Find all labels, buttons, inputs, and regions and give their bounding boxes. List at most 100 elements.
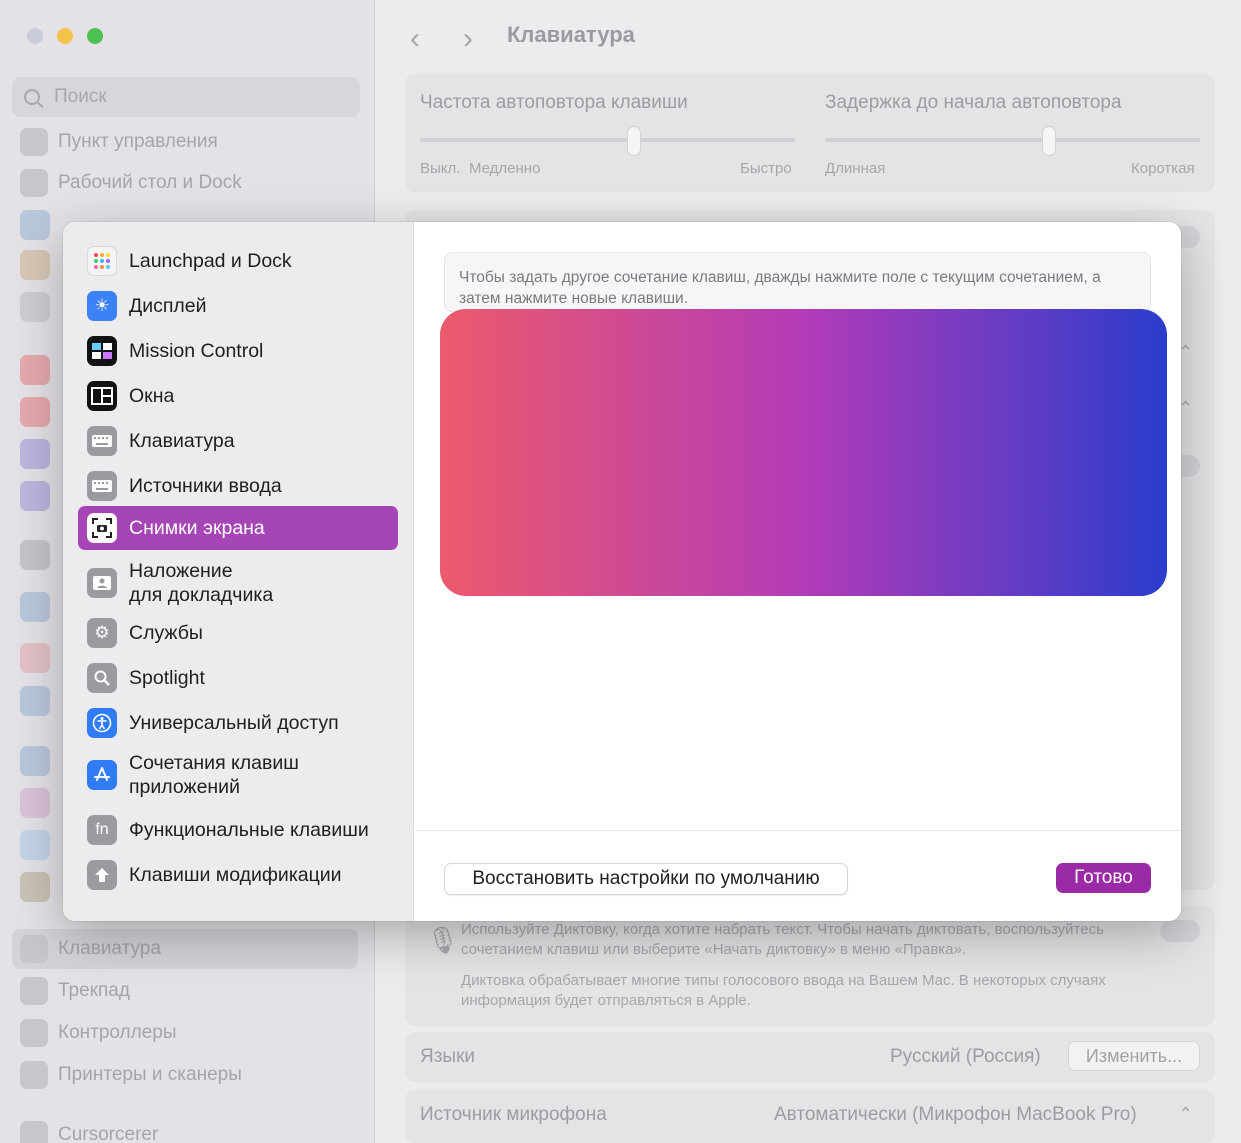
checkbox[interactable] [472,500,493,521]
sidebar-item-printers[interactable]: Принтеры и сканеры [20,1058,242,1092]
microphone-source-value[interactable]: Автоматически (Микрофон MacBook Pro) [774,1104,1137,1126]
checkmark-icon [476,554,489,565]
shortcut-key[interactable]: ⌘3 [1106,331,1136,353]
shortcut-key[interactable]: ⌘5 [1106,549,1136,571]
shortcuts-detail-pane: Чтобы задать другое сочетание клавиш, дв… [415,222,1181,921]
done-button[interactable]: Готово [1056,863,1151,893]
nav-item-modifier-keys[interactable]: Клавиши модификации [78,858,398,892]
nav-item-input-sources[interactable]: Источники ввода [78,469,398,503]
delay-short: Короткая [1131,160,1195,177]
privacy-icon [20,592,50,622]
sidebar-item-control-center[interactable]: Пункт управления [20,125,218,159]
wallet-icon [20,872,50,902]
sidebar-item-label: Контроллеры [58,1022,177,1043]
repeat-rate-fast: Быстро [740,160,792,177]
shortcut-key[interactable]: ⌘4 [1106,440,1136,462]
keyboard-icon [87,426,117,456]
checkmark-icon [476,337,489,347]
chevron-updown-icon[interactable]: ⌃ [1178,1104,1193,1125]
shortcut-label: Сохранить изображение экрана как файл [517,331,895,353]
search-icon [24,89,40,105]
cursorcerer-icon [20,1121,48,1143]
nav-item-windows[interactable]: Окна [78,379,398,413]
sidebar-item-desktop-dock[interactable]: Рабочий стол и Dock [20,166,242,200]
nav-item-display[interactable]: ☀ Дисплей [78,289,398,323]
accessibility-icon [20,210,50,240]
delay-slider[interactable] [825,138,1200,142]
shortcuts-category-list: Launchpad и Dock ☀ Дисплей Mission Contr… [63,222,414,921]
shortcut-key[interactable]: ^⇧⌘3 [1081,380,1136,402]
nav-item-screenshots[interactable]: Снимки экрана [78,506,398,550]
nav-item-spotlight[interactable]: Spotlight [78,661,398,695]
control-center-icon [20,128,48,156]
modifier-arrow-icon [87,860,117,890]
checkbox[interactable] [472,380,493,401]
nav-item-keyboard[interactable]: Клавиатура [78,424,398,458]
display-brightness-icon: ☀ [87,291,117,321]
repeat-rate-slow: Медленно [469,160,541,177]
sidebar-item-label: Клавиатура [58,938,161,959]
back-arrow-icon[interactable]: ‹ [410,22,420,56]
repeat-rate-slider-thumb[interactable] [627,126,641,156]
page-title: Клавиатура [507,22,635,47]
checkbox[interactable] [472,331,493,353]
forward-arrow-icon[interactable]: › [463,22,473,56]
checkbox[interactable] [472,549,493,570]
sidebar-search[interactable]: Поиск [12,77,360,117]
shortcut-label: Настройки снимка и записи экрана [517,548,834,571]
table-row[interactable]: Сохранить изображение выбранной области … [445,421,1150,481]
nav-item-function-keys[interactable]: fn Функциональные клавиши [78,813,398,847]
sidebar-item-trackpad[interactable]: Трекпад [20,974,130,1008]
desktop-dock-icon [20,169,48,197]
printer-icon [20,1061,48,1089]
nav-item-accessibility[interactable]: Универсальный доступ [78,706,398,740]
dictation-toggle[interactable] [1160,920,1200,942]
sound-icon [20,397,50,427]
table-row[interactable]: Настройки снимка и записи экрана ⌘5 [445,541,1150,578]
microphone-source-label: Источник микрофона [420,1104,607,1125]
nav-item-presenter-overlay[interactable]: Наложение для докладчика [78,556,398,610]
focus-icon [20,439,50,469]
search-placeholder: Поиск [54,86,107,107]
languages-edit-button[interactable]: Изменить... [1068,1041,1200,1071]
minimize-window-button[interactable] [57,28,73,44]
sidebar-item-keyboard[interactable]: Клавиатура [12,929,358,969]
delay-label: Задержка до начала автоповтора [825,92,1122,113]
shortcut-label: Сохранить изображение выбранной области … [517,427,924,474]
zoom-window-button[interactable] [87,28,103,44]
nav-item-services[interactable]: ⚙ Службы [78,616,398,650]
shortcut-instructions: Чтобы задать другое сочетание клавиш, дв… [444,252,1151,312]
shortcut-key[interactable]: ^⇧⌘4 [1081,500,1136,522]
delay-slider-thumb[interactable] [1042,126,1056,156]
shortcut-label: Скопировать изображение экрана в буфер о… [517,367,842,414]
game-controller-icon [20,1019,48,1047]
sidebar-item-game-controllers[interactable]: Контроллеры [20,1016,177,1050]
nav-item-app-shortcuts[interactable]: Сочетания клавиш приложений [78,748,398,802]
dictation-info: Диктовка обрабатывает многие типы голосо… [461,972,1106,1009]
repeat-rate-slider[interactable] [420,138,795,142]
checkbox[interactable] [472,440,493,461]
table-row[interactable]: Скопировать изображение экрана в буфер о… [445,361,1150,421]
game-center-icon [20,788,50,818]
table-row[interactable]: Сохранить изображение экрана как файл ⌘3 [445,324,1150,361]
screenshot-shortcuts-table: Сохранить изображение экрана как файл ⌘3… [444,323,1151,579]
dialog-footer: Восстановить настройки по умолчанию Гото… [415,830,1181,921]
mission-control-icon [87,336,117,366]
input-sources-icon [87,471,117,501]
sidebar-item-label: Принтеры и сканеры [58,1064,242,1085]
sidebar-item-label: Трекпад [58,980,130,1001]
table-row[interactable]: Скопировать изображение выбранной област… [445,481,1150,541]
restore-defaults-button[interactable]: Восстановить настройки по умолчанию [444,863,848,895]
languages-label: Языки [420,1046,476,1067]
fn-icon: fn [87,815,117,845]
presenter-overlay-icon [87,568,117,598]
nav-item-mission-control[interactable]: Mission Control [78,334,398,368]
delay-long: Длинная [825,160,886,177]
repeat-rate-label: Частота автоповтора клавиши [420,92,688,113]
screenshot-icon [87,513,117,543]
nav-item-launchpad-dock[interactable]: Launchpad и Dock [78,244,398,278]
icloud-icon [20,830,50,860]
close-window-button[interactable] [27,28,43,44]
spotlight-icon [20,292,50,322]
sidebar-item-cursorcerer[interactable]: Cursorcerer [20,1118,158,1143]
